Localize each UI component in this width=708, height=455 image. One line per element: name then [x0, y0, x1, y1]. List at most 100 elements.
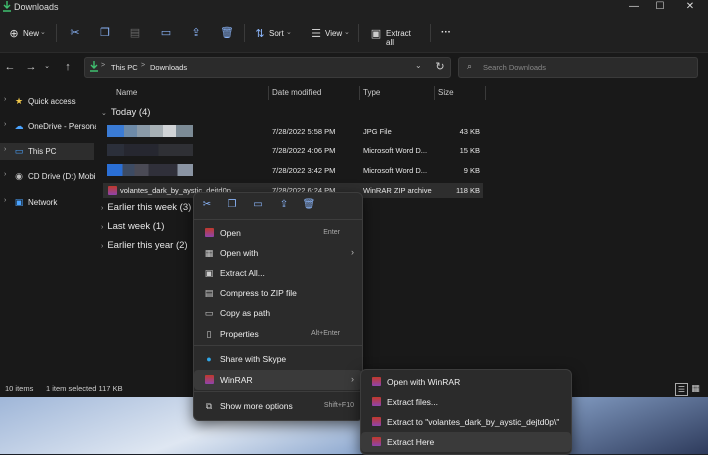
- menu-item-open[interactable]: Open Enter: [194, 223, 362, 243]
- cut-icon[interactable]: ✂: [67, 25, 83, 41]
- group-label: Last week (1): [107, 221, 165, 232]
- sidebar-item-cd-drive[interactable]: › ◉ CD Drive (D:) Mobile: [0, 168, 96, 185]
- submenu-item-extract-here[interactable]: Extract Here: [361, 432, 571, 452]
- extract-icon: ▣: [370, 28, 382, 40]
- rename-icon[interactable]: ▭: [158, 25, 174, 41]
- star-icon: ★: [14, 96, 24, 106]
- address-dropdown-icon[interactable]: ⌄: [415, 61, 422, 70]
- toolbar-divider: [358, 24, 359, 42]
- monitor-icon: ▭: [14, 146, 24, 156]
- submenu-item-open-with-winrar[interactable]: Open with WinRAR: [361, 372, 571, 392]
- submenu-item-extract-to-folder[interactable]: Extract to "volantes_dark_by_aystic_dejt…: [361, 412, 571, 432]
- group-header-last-week[interactable]: › Last week (1): [101, 221, 164, 232]
- cell-type: JPG File: [363, 127, 392, 136]
- cloud-icon: ☁: [14, 121, 24, 131]
- menu-item-label: Share with Skype: [220, 354, 287, 364]
- share-icon[interactable]: ⇪: [277, 198, 291, 212]
- menu-divider: [194, 219, 362, 220]
- column-header-size[interactable]: Size: [438, 88, 454, 97]
- breadcrumb-separator: >: [141, 62, 146, 69]
- winrar-icon: [371, 437, 381, 447]
- cell-date: 7/28/2022 5:58 PM: [272, 127, 336, 136]
- toolbar-divider: [56, 24, 57, 42]
- copy-icon[interactable]: ❐: [97, 25, 113, 41]
- column-divider[interactable]: [434, 86, 435, 100]
- menu-item-label: Extract All...: [220, 268, 265, 278]
- menu-item-label: Show more options: [220, 401, 293, 411]
- menu-item-show-more-options[interactable]: ⧉ Show more options Shift+F10: [194, 396, 362, 416]
- cut-icon[interactable]: ✂: [200, 198, 214, 212]
- menu-item-extract-all[interactable]: ▣ Extract All...: [194, 263, 362, 283]
- column-divider[interactable]: [268, 86, 269, 100]
- menu-item-shortcut: Enter: [323, 229, 340, 236]
- plus-circle-icon: ⊕: [9, 28, 19, 40]
- sidebar-item-quick-access[interactable]: › ★ Quick access: [0, 93, 96, 110]
- menu-item-compress-zip[interactable]: ▤ Compress to ZIP file: [194, 283, 362, 303]
- chevron-down-icon: ⌄: [286, 29, 292, 36]
- recent-locations-chevron-icon[interactable]: ⌄: [40, 60, 54, 74]
- winrar-icon: [204, 228, 214, 238]
- group-header-earlier-this-week[interactable]: › Earlier this week (3): [101, 202, 191, 213]
- forward-arrow-icon[interactable]: →: [24, 60, 38, 74]
- skype-icon: ●: [206, 354, 212, 364]
- menu-divider: [194, 391, 362, 392]
- menu-item-label: Extract to "volantes_dark_by_aystic_dejt…: [387, 417, 560, 427]
- menu-item-properties[interactable]: ▯ Properties Alt+Enter: [194, 324, 362, 344]
- menu-item-winrar[interactable]: WinRAR ›: [194, 370, 362, 390]
- close-button[interactable]: ✕: [678, 0, 702, 14]
- group-header-earlier-this-year[interactable]: › Earlier this year (2): [101, 240, 188, 251]
- table-row[interactable]: 7/28/2022 4:06 PM Microsoft Word D... 15…: [103, 143, 483, 157]
- menu-item-label: WinRAR: [220, 375, 253, 385]
- more-options-icon: ⧉: [205, 401, 213, 411]
- breadcrumb-downloads[interactable]: Downloads: [150, 63, 187, 72]
- column-divider[interactable]: [485, 86, 486, 100]
- share-icon[interactable]: ⇪: [188, 25, 204, 41]
- delete-icon[interactable]: 🗑: [219, 25, 235, 41]
- breadcrumb-separator: >: [101, 62, 106, 69]
- chevron-right-icon: ›: [101, 243, 104, 250]
- breadcrumb-this-pc[interactable]: This PC: [111, 63, 138, 72]
- refresh-icon[interactable]: ↻: [433, 60, 447, 74]
- table-row[interactable]: 7/28/2022 3:42 PM Microsoft Word D... 9 …: [103, 163, 483, 177]
- column-header-date[interactable]: Date modified: [272, 88, 321, 97]
- paste-icon[interactable]: ▤: [127, 25, 143, 41]
- column-header-name[interactable]: Name: [116, 88, 137, 97]
- menu-item-label: Open with WinRAR: [387, 377, 461, 387]
- search-box[interactable]: ⌕ Search Downloads: [458, 57, 698, 78]
- delete-icon[interactable]: 🗑: [302, 198, 316, 212]
- submenu-item-extract-files[interactable]: Extract files...: [361, 392, 571, 412]
- table-row[interactable]: 7/28/2022 5:58 PM JPG File 43 KB: [103, 124, 483, 138]
- chevron-right-icon: ›: [101, 205, 104, 212]
- address-bar[interactable]: > This PC > Downloads ⌄: [84, 57, 451, 78]
- title-bar: [0, 0, 708, 14]
- cell-type: Microsoft Word D...: [363, 166, 428, 175]
- back-arrow-icon[interactable]: ←: [3, 60, 17, 74]
- file-icon-blurred: [107, 125, 193, 137]
- cell-type: WinRAR ZIP archive: [363, 186, 432, 195]
- more-options-button[interactable]: ···: [441, 27, 451, 38]
- winrar-icon: [371, 377, 381, 387]
- column-divider[interactable]: [359, 86, 360, 100]
- up-arrow-icon[interactable]: ↑: [61, 60, 75, 74]
- toolbar-divider: [244, 24, 245, 42]
- sidebar-item-network[interactable]: › ▣ Network: [0, 194, 96, 211]
- chevron-right-icon: ›: [4, 197, 7, 204]
- sidebar-item-this-pc[interactable]: › ▭ This PC: [0, 143, 94, 160]
- copy-icon[interactable]: ❐: [225, 198, 239, 212]
- sidebar-item-label: OneDrive - Personal: [28, 122, 96, 131]
- toolbar-divider: [430, 24, 431, 42]
- sort-icon: ⇅: [255, 28, 265, 40]
- details-view-icon[interactable]: ☰: [675, 383, 688, 396]
- maximize-button[interactable]: ☐: [648, 0, 672, 14]
- menu-item-open-with[interactable]: ▦ Open with ›: [194, 243, 362, 263]
- minimize-button[interactable]: —: [622, 0, 646, 14]
- column-header-type[interactable]: Type: [363, 88, 380, 97]
- tiles-view-icon[interactable]: ▦: [690, 383, 701, 394]
- menu-item-copy-as-path[interactable]: ▭ Copy as path: [194, 303, 362, 323]
- menu-item-share-skype[interactable]: ● Share with Skype: [194, 349, 362, 369]
- group-header-today[interactable]: ⌄ Today (4): [101, 107, 150, 118]
- file-icon-blurred: [107, 164, 193, 176]
- chevron-right-icon: ›: [351, 247, 354, 257]
- sidebar-item-onedrive[interactable]: › ☁ OneDrive - Personal: [0, 118, 96, 135]
- rename-icon[interactable]: ▭: [251, 198, 265, 212]
